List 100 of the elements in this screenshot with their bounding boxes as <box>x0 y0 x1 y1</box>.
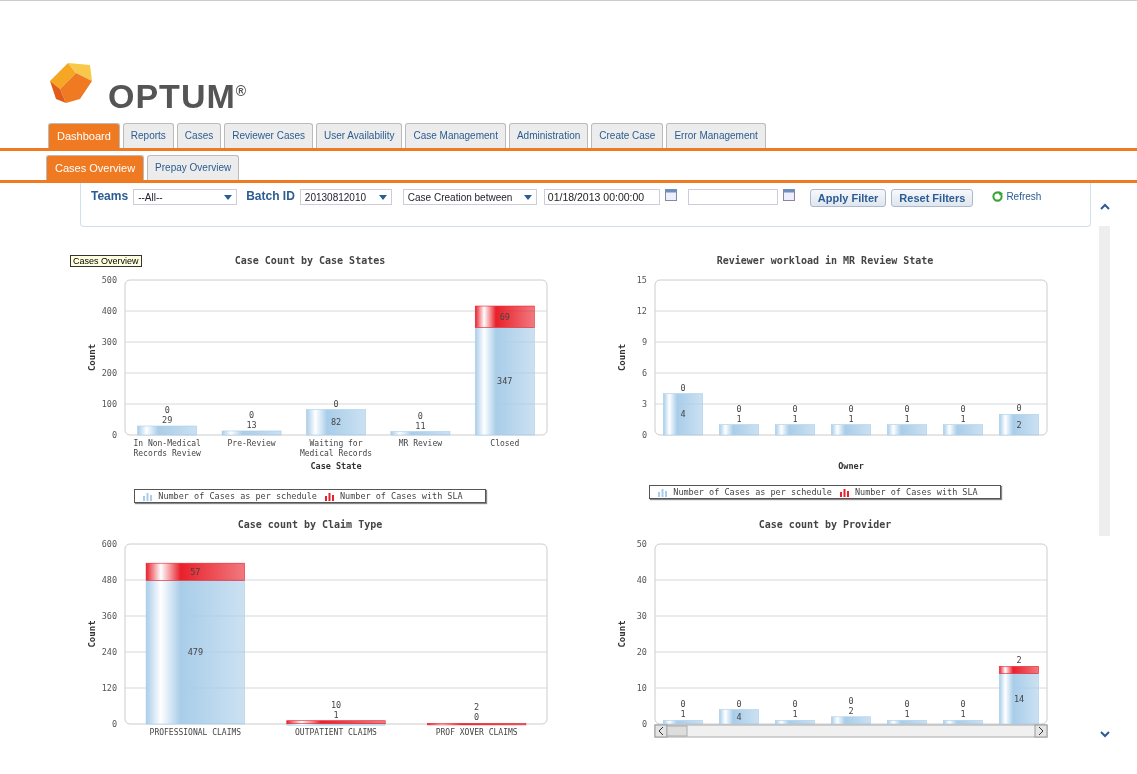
data-label: 57 <box>190 566 201 577</box>
data-label: 10 <box>330 699 342 710</box>
chart-title: Reviewer workload in MR Review State <box>716 255 934 266</box>
legend-label: Number of Cases as per schedule <box>158 491 317 501</box>
batch-dropdown[interactable]: 20130812010 <box>299 189 392 205</box>
data-label: 0 <box>1016 403 1022 414</box>
data-label: 1 <box>960 413 966 424</box>
data-label: 0 <box>249 409 255 420</box>
nav-tab[interactable]: Reports <box>122 123 174 148</box>
nav-tab[interactable]: Case Management <box>405 123 506 148</box>
data-label: 1 <box>960 709 966 720</box>
axis-title: Count <box>87 620 97 648</box>
logo-text: OPTUM$^{®}$ <box>108 76 248 113</box>
data-label: 2 <box>474 702 480 713</box>
axis-tick-label: 12 <box>636 306 647 316</box>
data-label: 479 <box>187 647 203 658</box>
axis-tick-label: 360 <box>101 611 117 621</box>
axis-tick-label: 500 <box>101 275 117 285</box>
data-label: 0 <box>736 698 742 709</box>
data-label: 0 <box>417 410 423 421</box>
apply-filter-button[interactable]: Apply Filter <box>809 189 887 207</box>
data-label: 0 <box>792 699 798 710</box>
reset-filters-button[interactable]: Reset Filters <box>891 189 974 207</box>
axis-tick-label: 20 <box>636 647 647 657</box>
data-label: 13 <box>246 419 257 430</box>
data-label: 0 <box>474 712 480 723</box>
date-field[interactable] <box>687 189 778 205</box>
axis-tick-label: 300 <box>101 337 117 347</box>
scrollbar[interactable] <box>654 724 1048 738</box>
bar <box>943 720 983 725</box>
axis-tick-label: 6 <box>641 368 647 378</box>
axis-tick-label: 40 <box>636 575 647 585</box>
bar <box>775 720 815 725</box>
data-label: 82 <box>330 417 342 428</box>
axis-tick-label: 480 <box>101 575 117 585</box>
axis-tick-label: 30 <box>636 611 647 621</box>
category-label: OUTPATIENT CLAIMS <box>295 728 377 737</box>
data-label: 1 <box>904 413 910 424</box>
teams-dropdown[interactable]: --All-- <box>133 189 238 205</box>
expand-icon[interactable] <box>1100 731 1110 738</box>
category-label: Closed <box>490 439 520 448</box>
caret-icon <box>224 194 233 200</box>
date-field[interactable]: 01/18/2013 00:00:00 <box>543 189 660 205</box>
category-label: Waiting for <box>309 439 363 448</box>
data-label: 11 <box>415 420 426 431</box>
data-label: 1 <box>333 709 339 720</box>
axis-title: Count <box>617 343 627 372</box>
calendar-icon[interactable] <box>664 189 677 201</box>
category-label: MR Review <box>398 439 443 448</box>
data-label: 0 <box>792 403 798 414</box>
nav-tab[interactable]: Reviewer Cases <box>224 123 313 148</box>
axis-tick-label: 0 <box>641 430 647 440</box>
bar <box>999 414 1039 436</box>
axis-tick-label: 200 <box>101 368 117 378</box>
axis-title: Case State <box>310 461 362 471</box>
nav-tab[interactable]: Error Management <box>666 123 766 148</box>
data-label: 1 <box>792 413 798 424</box>
axis-title: Count <box>87 343 97 372</box>
nav-tab[interactable]: User Availability <box>316 123 403 148</box>
axis-tick-label: 400 <box>101 306 117 316</box>
bar <box>306 409 366 436</box>
nav-tab[interactable]: Cases <box>176 123 222 148</box>
nav-tab[interactable]: Create Case <box>591 123 664 148</box>
field-label: Batch ID <box>246 189 295 203</box>
refresh-link[interactable]: Refresh <box>1006 191 1042 202</box>
axis-tick-label: 3 <box>641 399 647 409</box>
nav-tab[interactable]: Administration <box>508 123 589 148</box>
data-label: 2 <box>1016 419 1022 430</box>
caret-icon <box>523 194 532 200</box>
data-label: 1 <box>848 413 854 424</box>
field-label: Teams <box>91 189 129 203</box>
sub-tab[interactable]: Prepay Overview <box>147 155 240 180</box>
data-label: 347 <box>497 376 513 387</box>
collapse-icon[interactable] <box>1100 203 1110 210</box>
bars-icon <box>324 491 334 501</box>
data-label: 1 <box>680 709 686 720</box>
data-label: 0 <box>680 699 686 710</box>
date-mode-dropdown[interactable]: Case Creation between <box>402 189 537 205</box>
bar <box>663 720 703 725</box>
bars-icon <box>839 487 849 497</box>
calendar-icon[interactable] <box>782 189 795 201</box>
legend-label: Number of Cases with SLA <box>854 487 978 497</box>
axis-title: Count <box>617 620 627 648</box>
axis-title: Owner <box>838 461 864 471</box>
refresh-icon[interactable] <box>992 191 1004 202</box>
caret-icon <box>378 194 387 200</box>
data-label: 1 <box>792 709 798 720</box>
axis-tick-label: 50 <box>636 539 647 549</box>
bar <box>663 393 703 436</box>
bar <box>719 424 759 436</box>
data-label: 0 <box>736 403 742 414</box>
bar <box>831 424 871 436</box>
bar <box>943 424 983 436</box>
axis-tick-label: 120 <box>101 683 117 693</box>
tooltip: Cases Overview <box>70 255 142 267</box>
bar <box>775 424 815 436</box>
bars-icon <box>143 491 153 501</box>
axis-tick-label: 0 <box>111 430 117 440</box>
axis-tick-label: 240 <box>101 647 117 657</box>
bar <box>887 424 927 436</box>
